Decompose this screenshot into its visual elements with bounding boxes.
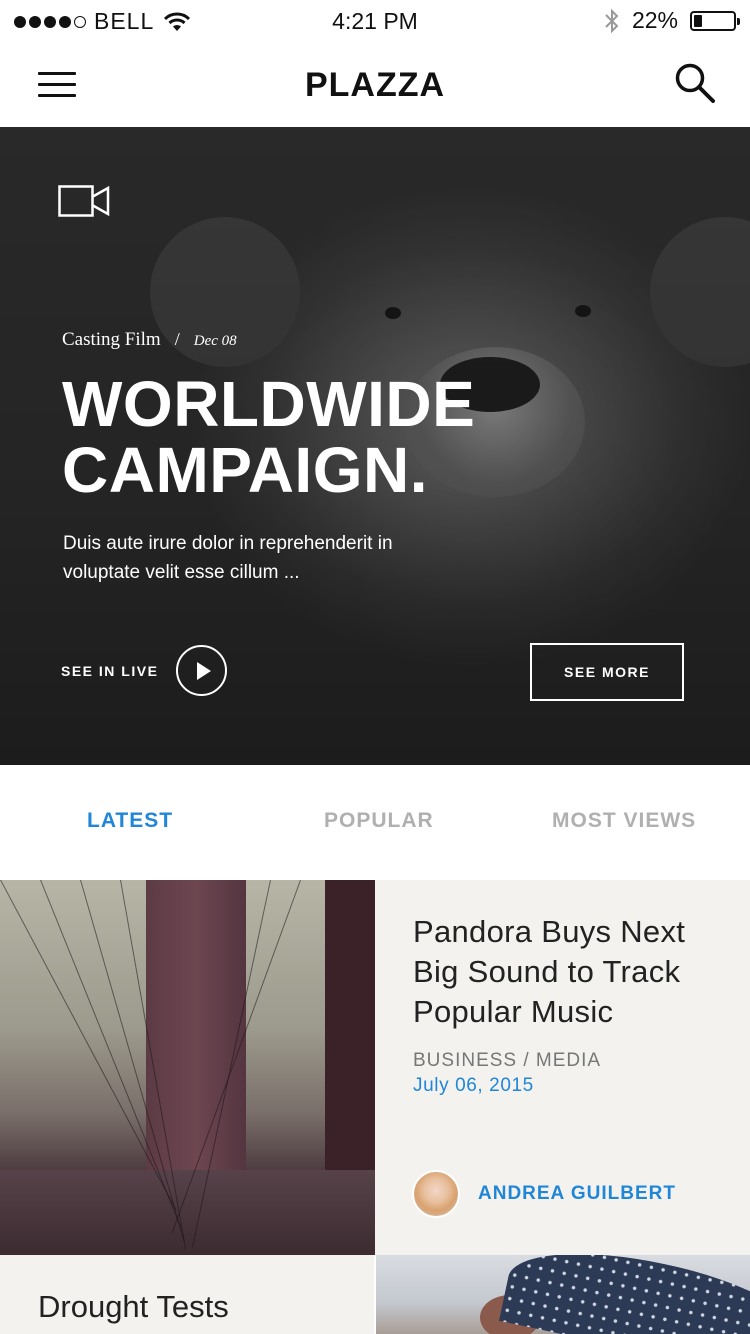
video-camera-icon (58, 185, 110, 217)
bridge-walkway (0, 1170, 375, 1255)
image-detail-hat (498, 1255, 750, 1334)
tab-popular[interactable]: POPULAR (324, 809, 434, 833)
search-icon[interactable] (674, 62, 716, 104)
play-icon (197, 662, 211, 680)
see-more-button[interactable]: SEE MORE (530, 643, 684, 701)
hero-category[interactable]: Casting Film (62, 329, 161, 351)
hero-separator: / (174, 329, 180, 349)
hero-title: WORLDWIDE CAMPAIGN. (62, 371, 702, 503)
tab-bar: LATEST POPULAR MOST VIEWS (0, 765, 750, 880)
bluetooth-icon (605, 8, 619, 33)
battery-icon (690, 10, 740, 31)
battery-fill (694, 14, 702, 27)
author-name[interactable]: ANDREA GUILBERT (478, 1183, 676, 1205)
battery-percent: 22% (631, 7, 678, 33)
tab-latest[interactable]: LATEST (87, 809, 173, 833)
see-in-live-link[interactable]: SEE IN LIVE (61, 663, 158, 679)
status-right: 22% (604, 7, 740, 34)
tab-most-views[interactable]: MOST VIEWS (552, 809, 696, 833)
author-avatar[interactable] (412, 1170, 460, 1218)
article-image-bridge[interactable] (0, 880, 375, 1255)
hero-meta: Casting Film / Dec 08 (62, 329, 237, 351)
article-title[interactable]: Pandora Buys Next Big Sound to Track Pop… (413, 912, 733, 1032)
article-image-hat[interactable] (375, 1255, 750, 1334)
article-card[interactable]: Pandora Buys Next Big Sound to Track Pop… (375, 880, 750, 1255)
hero-date: Dec 08 (193, 333, 237, 349)
article-date: July 06, 2015 (413, 1075, 534, 1096)
article-card[interactable]: Drought Tests (0, 1255, 375, 1334)
hero-banner[interactable]: Casting Film / Dec 08 WORLDWIDE CAMPAIGN… (0, 127, 750, 765)
hero-title-line: CAMPAIGN. (62, 434, 428, 506)
article-category[interactable]: BUSINESS / MEDIA (413, 1050, 601, 1072)
nav-bar: PLAZZA (0, 40, 750, 127)
play-button[interactable] (176, 645, 227, 696)
bridge-tower (146, 880, 246, 1170)
hero-description: Duis aute irure dolor in reprehenderit i… (63, 533, 393, 583)
status-bar: BELL 4:21 PM 22% (0, 0, 750, 40)
app-logo[interactable]: PLAZZA (0, 66, 750, 105)
hero-title-line: WORLDWIDE (62, 368, 476, 440)
article-title[interactable]: Drought Tests (38, 1287, 368, 1327)
card-divider (374, 1255, 376, 1334)
